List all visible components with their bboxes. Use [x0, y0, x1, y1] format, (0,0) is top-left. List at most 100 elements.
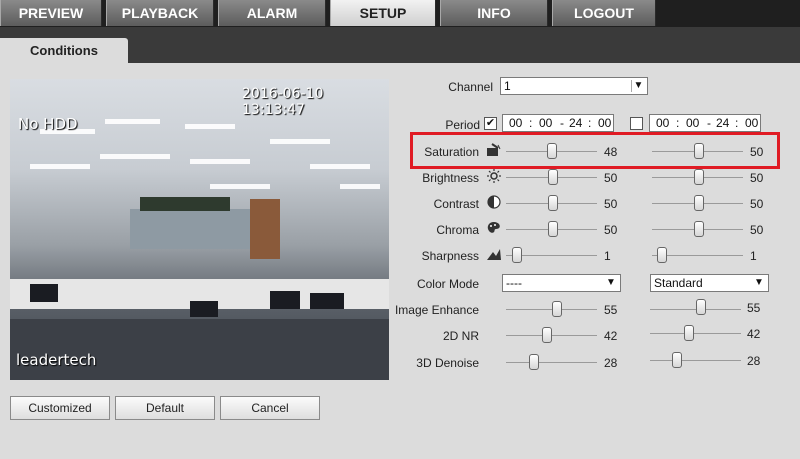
ceiling-light — [105, 119, 160, 124]
time-separator: : — [588, 116, 592, 130]
sharpness-right-thumb[interactable] — [657, 247, 667, 263]
channel-select[interactable]: 1 ▼ — [500, 77, 648, 95]
monitor — [270, 291, 300, 309]
contrast-left-value: 50 — [604, 197, 618, 211]
contrast-icon — [487, 195, 501, 209]
brightness-left-value: 50 — [604, 171, 618, 185]
brightness-label: Brightness — [422, 171, 479, 185]
default-button[interactable]: Default — [115, 396, 215, 420]
floor — [10, 319, 389, 380]
image-enhance-left-value: 55 — [604, 303, 618, 317]
color-mode-label: Color Mode — [416, 277, 479, 291]
2d-nr-right-track[interactable] — [650, 333, 741, 334]
3d-denoise-left-value: 28 — [604, 356, 618, 370]
saturation-label: Saturation — [424, 145, 479, 159]
plant-wall — [140, 197, 230, 211]
3d-denoise-right-track[interactable] — [650, 360, 741, 361]
image-enhance-right-thumb[interactable] — [696, 299, 706, 315]
time-separator: : — [529, 116, 533, 130]
period-right-checkbox[interactable] — [630, 117, 643, 130]
brightness-right-thumb[interactable] — [694, 169, 704, 185]
top-nav-bar: PREVIEW PLAYBACK ALARM SETUP INFO LOGOUT — [0, 0, 800, 27]
period-left-checkbox[interactable]: ✔ — [484, 117, 497, 130]
period-left-end-hour[interactable]: 24 — [569, 115, 582, 131]
color-mode-right-value: Standard — [654, 276, 703, 290]
chroma-label: Chroma — [436, 223, 479, 237]
3d-denoise-left-thumb[interactable] — [529, 354, 539, 370]
chevron-down-icon: ▼ — [754, 277, 764, 288]
tab-setup[interactable]: SETUP — [330, 0, 436, 26]
time-separator: - — [560, 116, 564, 130]
ceiling-light — [210, 184, 270, 189]
ceiling-light — [185, 124, 235, 129]
2d-nr-right-thumb[interactable] — [684, 325, 694, 341]
period-right-time[interactable]: 00 : 00 - 24 : 00 — [649, 114, 761, 132]
saturation-right-thumb[interactable] — [694, 143, 704, 159]
period-left-start-minute[interactable]: 00 — [539, 115, 552, 131]
tab-logout[interactable]: LOGOUT — [552, 0, 656, 26]
app-window: PREVIEW PLAYBACK ALARM SETUP INFO LOGOUT… — [0, 0, 800, 459]
chroma-icon — [487, 222, 500, 233]
image-enhance-left-thumb[interactable] — [552, 301, 562, 317]
image-enhance-label: Image Enhance — [394, 303, 479, 317]
chevron-down-icon: ▼ — [631, 80, 645, 92]
video-watermark: leadertech — [16, 351, 97, 369]
sharpness-icon — [487, 249, 501, 260]
tab-playback[interactable]: PLAYBACK — [106, 0, 214, 26]
ceiling-light — [30, 164, 90, 169]
image-enhance-right-value: 55 — [747, 301, 761, 315]
saturation-left-thumb[interactable] — [547, 143, 557, 159]
monitor — [310, 293, 344, 309]
ceiling-light — [190, 159, 250, 164]
camera-preview: 2016-06-10 13:13:47 No HDD leadertech — [10, 79, 389, 380]
video-timestamp: 2016-06-10 13:13:47 — [242, 86, 324, 118]
monitor — [190, 301, 218, 317]
time-separator: - — [707, 116, 711, 130]
tab-conditions[interactable]: Conditions — [0, 38, 128, 63]
ceiling-light — [310, 164, 370, 169]
period-left-time[interactable]: 00 : 00 - 24 : 00 — [502, 114, 614, 132]
chroma-left-thumb[interactable] — [548, 221, 558, 237]
2d-nr-right-value: 42 — [747, 327, 761, 341]
sharpness-label: Sharpness — [421, 249, 479, 263]
period-right-start-hour[interactable]: 00 — [656, 115, 669, 131]
period-right-start-minute[interactable]: 00 — [686, 115, 699, 131]
time-separator: : — [676, 116, 680, 130]
brightness-icon — [487, 169, 501, 183]
sharpness-right-value: 1 — [750, 249, 757, 263]
chroma-right-value: 50 — [750, 223, 764, 237]
saturation-icon — [487, 143, 501, 156]
customized-button[interactable]: Customized — [10, 396, 110, 420]
contrast-left-thumb[interactable] — [548, 195, 558, 211]
ceiling-light — [270, 139, 330, 144]
tab-alarm[interactable]: ALARM — [218, 0, 326, 26]
2d-nr-left-value: 42 — [604, 329, 618, 343]
time-separator: : — [735, 116, 739, 130]
tab-info[interactable]: INFO — [440, 0, 548, 26]
color-mode-right-select[interactable]: Standard ▼ — [650, 274, 769, 292]
back-wall — [130, 209, 250, 249]
period-right-end-hour[interactable]: 24 — [716, 115, 729, 131]
saturation-left-value: 48 — [604, 145, 618, 159]
sharpness-left-thumb[interactable] — [512, 247, 522, 263]
color-mode-left-select[interactable]: ---- ▼ — [502, 274, 621, 292]
tab-preview[interactable]: PREVIEW — [0, 0, 102, 26]
2d-nr-label: 2D NR — [442, 329, 479, 343]
3d-denoise-left-track[interactable] — [506, 362, 597, 363]
period-right-end-minute[interactable]: 00 — [745, 115, 758, 131]
ceiling-light — [100, 154, 170, 159]
period-left-end-minute[interactable]: 00 — [598, 115, 611, 131]
brightness-right-value: 50 — [750, 171, 764, 185]
3d-denoise-right-value: 28 — [747, 354, 761, 368]
chroma-right-thumb[interactable] — [694, 221, 704, 237]
video-status: No HDD — [18, 115, 78, 133]
contrast-right-value: 50 — [750, 197, 764, 211]
cancel-button[interactable]: Cancel — [220, 396, 320, 420]
chevron-down-icon: ▼ — [606, 277, 616, 288]
3d-denoise-label: 3D Denoise — [416, 356, 479, 370]
contrast-right-thumb[interactable] — [694, 195, 704, 211]
2d-nr-left-thumb[interactable] — [542, 327, 552, 343]
period-left-start-hour[interactable]: 00 — [509, 115, 522, 131]
brightness-left-thumb[interactable] — [548, 169, 558, 185]
3d-denoise-right-thumb[interactable] — [672, 352, 682, 368]
